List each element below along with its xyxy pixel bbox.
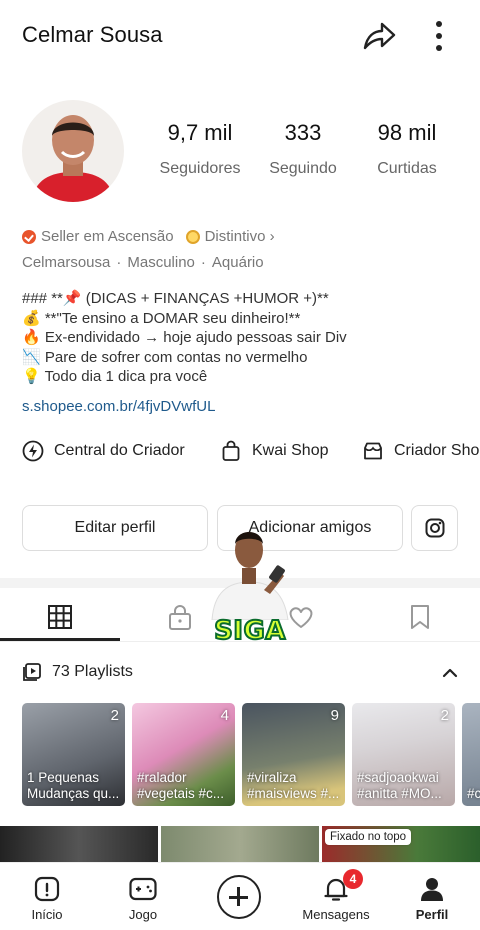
playlist-caption: #sadjoaokwai #anitta #MO... [357, 770, 442, 801]
share-icon[interactable] [360, 18, 398, 54]
bio-line: 🔥 Ex-endividado → hoje ajudo pessoas sai… [22, 329, 347, 346]
username: Celmarsousa [22, 254, 111, 271]
pinned-badge: Fixado no topo [325, 829, 412, 845]
bio-line: 💡 Todo dia 1 dica pra você [22, 368, 208, 385]
profile-meta: Celmarsousa · Masculino · Aquário [22, 254, 264, 271]
active-tab-indicator [0, 638, 120, 641]
more-options-icon[interactable] [424, 18, 454, 54]
playlist-caption: #c #... [467, 786, 480, 801]
playlists-header[interactable]: 73 Playlists [0, 652, 480, 692]
likes-count: 98 mil [377, 120, 437, 145]
seller-badge-label: Seller em Ascensão [41, 228, 174, 245]
video-thumbnail[interactable] [161, 826, 319, 862]
playlist-count: 4 [220, 707, 229, 724]
creator-shop-label: Criador Shop [394, 442, 480, 459]
playlist-caption: #viraliza #maisviews #... [247, 770, 340, 801]
person-icon [421, 878, 443, 901]
gender: Masculino [127, 254, 195, 271]
badges-row: Seller em Ascensão Distintivo › [22, 228, 287, 245]
creator-center-button[interactable]: Central do Criador [22, 440, 185, 462]
chevron-up-icon[interactable] [440, 663, 460, 683]
playlist-item[interactable]: #c #... [462, 703, 480, 806]
avatar[interactable] [22, 100, 124, 202]
seller-badge[interactable]: Seller em Ascensão [22, 228, 174, 245]
tab-private[interactable] [165, 602, 195, 632]
person-sticker-image [211, 532, 289, 621]
bookmark-icon [411, 605, 429, 629]
distinctive-badge[interactable]: Distintivo › [185, 228, 275, 245]
bio: ### **📌 (DICAS + FINANÇAS +HUMOR +)** 💰 … [22, 289, 347, 387]
kwai-shop-label: Kwai Shop [252, 442, 329, 459]
instagram-button[interactable] [411, 505, 458, 551]
following-stat[interactable]: 333 Seguindo [262, 120, 344, 178]
creator-tools-row: Central do Criador Kwai Shop Criador Sho… [0, 436, 480, 472]
bio-line: 💰 **"Te ensino a DOMAR seu dinheiro!** [22, 309, 301, 327]
nav-messages[interactable]: 4 Mensagens [291, 863, 381, 930]
siga-label: SIGA [213, 615, 286, 647]
tab-saved[interactable] [405, 602, 435, 632]
grid-icon [48, 605, 72, 629]
creator-center-label: Central do Criador [54, 442, 185, 459]
likes-label: Curtidas [377, 160, 437, 177]
nav-create[interactable] [195, 863, 285, 930]
profile-header: Celmar Sousa [0, 0, 480, 72]
lightning-icon [22, 440, 44, 462]
playlist-count: 2 [440, 707, 449, 724]
bottom-nav: Início Jogo 4 Mensagens Perfil [0, 862, 480, 930]
playlist-item[interactable]: 2 #sadjoaokwai #anitta #MO... [352, 703, 455, 806]
playlists-title: 73 Playlists [52, 663, 133, 680]
home-icon [34, 876, 60, 902]
video-thumbnail[interactable] [0, 826, 158, 862]
playlist-caption: #ralador #vegetais #c... [137, 770, 225, 801]
playlist-caption: 1 Pequenas Mudanças qu... [27, 770, 120, 801]
edit-profile-button[interactable]: Editar perfil [22, 505, 208, 551]
nav-messages-label: Mensagens [302, 907, 370, 922]
playlist-icon [23, 663, 41, 681]
tab-grid[interactable] [45, 602, 75, 632]
zodiac-sign: Aquário [211, 254, 264, 271]
siga-overlay-sticker: SIGA [204, 520, 296, 647]
playlist-item[interactable]: 4 #ralador #vegetais #c... [132, 703, 235, 806]
nav-profile[interactable]: Perfil [387, 863, 477, 930]
playlist-count: 9 [330, 707, 339, 724]
verified-check-icon [22, 229, 36, 244]
bio-line: ### **📌 (DICAS + FINANÇAS +HUMOR +)** [22, 290, 329, 307]
profile-link[interactable]: s.shopee.com.br/4fjvDVwfUL [22, 398, 215, 415]
playlist-item[interactable]: 9 #viraliza #maisviews #... [242, 703, 345, 806]
followers-stat[interactable]: 9,7 mil Seguidores [155, 120, 245, 178]
profile-name: Celmar Sousa [22, 22, 163, 47]
likes-stat[interactable]: 98 mil Curtidas [367, 120, 447, 178]
kwai-shop-button[interactable]: Kwai Shop [220, 440, 329, 462]
playlist-item[interactable]: 2 1 Pequenas Mudanças qu... [22, 703, 125, 806]
followers-count: 9,7 mil [167, 120, 233, 145]
instagram-icon [425, 518, 444, 538]
nav-game-label: Jogo [128, 907, 158, 922]
create-plus-icon [217, 875, 261, 919]
nav-game[interactable]: Jogo [98, 863, 188, 930]
notification-badge: 4 [343, 869, 363, 889]
medal-icon [185, 229, 200, 244]
nav-profile-label: Perfil [415, 907, 449, 922]
store-icon [364, 442, 382, 460]
following-count: 333 [284, 120, 322, 145]
creator-shop-button[interactable]: Criador Shop [362, 440, 480, 462]
followers-label: Seguidores [159, 160, 241, 177]
shopping-bag-icon [222, 440, 240, 461]
nav-home-label: Início [31, 907, 63, 922]
lock-icon [169, 605, 191, 630]
gamepad-icon [129, 877, 157, 901]
nav-home[interactable]: Início [2, 863, 92, 930]
bio-line: 📉 Pare de sofrer com contas no vermelho [22, 348, 308, 366]
playlist-count: 2 [110, 707, 119, 724]
distinctive-badge-label: Distintivo › [204, 228, 275, 245]
following-label: Seguindo [269, 160, 337, 177]
playlist-list: 2 1 Pequenas Mudanças qu... 4 #ralador #… [22, 703, 480, 806]
